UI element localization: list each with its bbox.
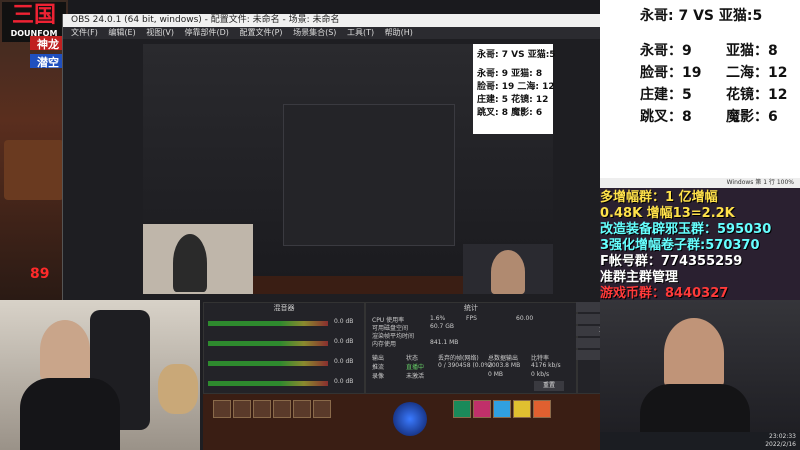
nested-cam-left: [143, 224, 253, 294]
audio-mixer-header: 混音器: [273, 304, 295, 312]
player-left-2: 脸哥：19: [640, 65, 702, 81]
nested-row-3: 庄建: 5 花镜: 12: [477, 95, 549, 105]
scoreboard-vs-line: 永哥: 7 VS 亚猫:5: [640, 8, 763, 24]
nested-cam-right: [463, 244, 553, 294]
hp-value: 89: [30, 266, 50, 282]
stream-row-total: 2003.8 MB: [488, 362, 521, 369]
record-row-total: 0 MB: [488, 371, 504, 378]
streamer-body: [20, 378, 120, 450]
audio-meter-4: [208, 381, 328, 386]
promo-ticker: 多增幅群：1 亿增幅 0.48K 增幅13=2.2K 改造装备辟邪玉群：5950…: [600, 188, 800, 301]
stream-row-label: 推流: [372, 364, 385, 371]
mp-orb: [393, 402, 427, 436]
badge-bottom: 潜空: [30, 54, 66, 69]
player-right-2: 二海：12: [726, 65, 788, 81]
nested-row-1: 永哥: 9 亚猫: 8: [477, 69, 543, 79]
obs-menu-bar: 文件(F) 编辑(E) 视图(V) 停靠部件(D) 配置文件(P) 场景集合(S…: [63, 27, 601, 39]
game-stream-left: 三国 DOUNFOM 神龙 潜空 89: [0, 0, 68, 300]
cpu-value: 1.6%: [430, 315, 446, 322]
stream-row-bitrate: 4176 kb/s: [531, 362, 561, 369]
obs-preview[interactable]: 永哥: 7 VS 亚猫:5 永哥: 9 亚猫: 8 脸哥: 19 二海: 12 …: [143, 44, 556, 294]
stats-header: 统计: [464, 304, 478, 312]
menu-docks[interactable]: 停靠部件(D): [185, 28, 229, 37]
stream-row-dropped: 0 / 390458 (0.0%): [438, 362, 493, 369]
audio-level-3: 0.0 dB: [334, 358, 354, 365]
output-header: 输出: [372, 355, 385, 362]
nested-row-4: 跳叉: 8 魔影: 6: [477, 108, 543, 118]
fps-value: 60.00: [516, 315, 534, 322]
disk-value: 60.7 GB: [430, 323, 455, 330]
record-row-label: 录像: [372, 373, 385, 380]
taskbar-clock[interactable]: 23:02:33 2022/2/16: [765, 433, 796, 449]
menu-tools[interactable]: 工具(T): [347, 28, 374, 37]
plush-toy: [158, 364, 198, 414]
audio-level-2: 0.0 dB: [334, 338, 354, 345]
bitrate-header: 比特率: [531, 355, 550, 362]
menu-edit[interactable]: 编辑(E): [108, 28, 135, 37]
streamer-face: [40, 320, 90, 380]
obs-title-bar: OBS 24.0.1 (64 bit, windows) - 配置文件: 未命名…: [63, 14, 601, 27]
stats-panel: 统计 CPU 使用率 1.6% FPS 60.00 可用磁盘空间 60.7 GB…: [365, 302, 577, 394]
mem-label: 内存使用: [372, 341, 397, 348]
audio-meter-1: [208, 321, 328, 326]
player-right-3: 花镜：12: [726, 87, 788, 103]
record-row-status: 未激活: [406, 373, 425, 380]
menu-file[interactable]: 文件(F): [71, 28, 98, 37]
streamer-right-face: [664, 318, 724, 388]
audio-meter-2: [208, 341, 328, 346]
game-hotbar: [203, 394, 601, 450]
game-scene: [4, 140, 64, 200]
reset-stats-button[interactable]: 重置: [534, 381, 564, 391]
webcam-right: [600, 300, 800, 432]
mem-value: 841.1 MB: [430, 339, 459, 346]
player-right-1: 亚猫：8: [726, 43, 778, 59]
fps-label: FPS: [466, 315, 477, 322]
record-row-bitrate: 0 kb/s: [531, 371, 550, 378]
menu-view[interactable]: 视图(V): [146, 28, 174, 37]
drop-header: 丢弃的帧(网络): [438, 355, 479, 362]
audio-level-1: 0.0 dB: [334, 318, 354, 325]
nested-hotbar: [253, 276, 463, 294]
webcam-left: [0, 300, 200, 450]
badge-top: 神龙: [30, 36, 66, 51]
audio-mixer-panel: 混音器 0.0 dB 0.0 dB 0.0 dB 0.0 dB: [203, 302, 365, 394]
total-header: 总数据输出: [488, 355, 519, 362]
scoreboard-window[interactable]: 永哥: 7 VS 亚猫:5 永哥：9 脸哥：19 庄建：5 跳叉：8 亚猫：8 …: [600, 0, 800, 188]
player-left-4: 跳叉：8: [640, 109, 692, 125]
nested-score-panel: 永哥: 7 VS 亚猫:5 永哥: 9 亚猫: 8 脸哥: 19 二海: 12 …: [473, 44, 556, 134]
audio-meter-3: [208, 361, 328, 366]
player-left-1: 永哥：9: [640, 43, 692, 59]
status-header: 状态: [406, 355, 419, 362]
nested-obs: [283, 104, 455, 246]
player-left-3: 庄建：5: [640, 87, 692, 103]
streamer-right-body: [640, 384, 750, 432]
player-right-4: 魔影：6: [726, 109, 778, 125]
menu-help[interactable]: 帮助(H): [385, 28, 413, 37]
stream-row-status: 直播中: [406, 364, 425, 371]
menu-scene-collection[interactable]: 场景集合(S): [293, 28, 336, 37]
nested-row-2: 脸哥: 19 二海: 12: [477, 82, 555, 92]
nested-vs: 永哥: 7 VS 亚猫:5: [477, 50, 556, 60]
menu-profile[interactable]: 配置文件(P): [239, 28, 282, 37]
audio-level-4: 0.0 dB: [334, 378, 354, 385]
ticker-line-7: 游戏币群：8440327: [600, 286, 729, 301]
windows-taskbar: 23:02:33 2022/2/16: [600, 432, 800, 450]
